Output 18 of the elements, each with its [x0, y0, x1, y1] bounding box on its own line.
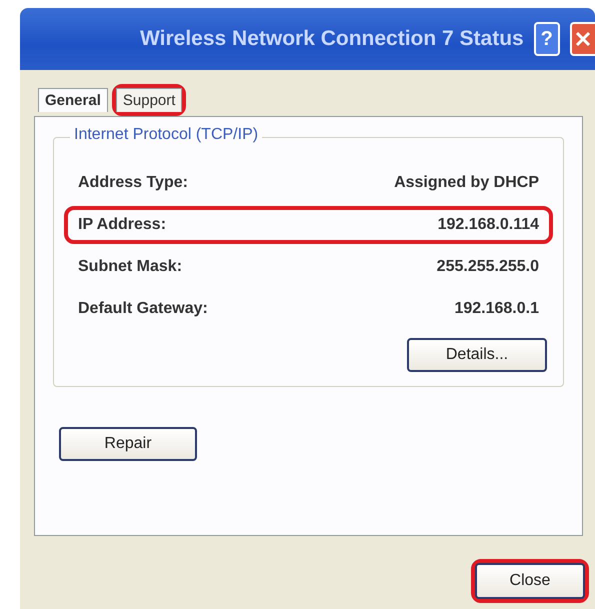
group-title: Internet Protocol (TCP/IP)	[70, 126, 262, 144]
tab[interactable]: General	[38, 88, 108, 112]
close-button[interactable]	[570, 22, 595, 56]
details-button[interactable]: Details...	[407, 338, 547, 372]
field-label: Subnet Mask:	[78, 258, 182, 276]
field-value: 192.168.0.114	[438, 216, 539, 234]
field-label: Address Type:	[78, 174, 188, 192]
field-value: 255.255.255.0	[436, 258, 539, 276]
close-icon	[574, 30, 592, 48]
window-title: Wireless Network Connection 7 Status	[140, 27, 524, 51]
field-label: IP Address:	[78, 216, 166, 234]
help-button[interactable]: ?	[534, 22, 560, 56]
close-dialog-button[interactable]: Close	[475, 563, 585, 599]
tab[interactable]: Support	[116, 88, 182, 112]
field-value: Assigned by DHCP	[394, 174, 539, 192]
field-value: 192.168.0.1	[454, 300, 539, 318]
field-label: Default Gateway:	[78, 300, 208, 318]
repair-button[interactable]: Repair	[59, 427, 197, 461]
